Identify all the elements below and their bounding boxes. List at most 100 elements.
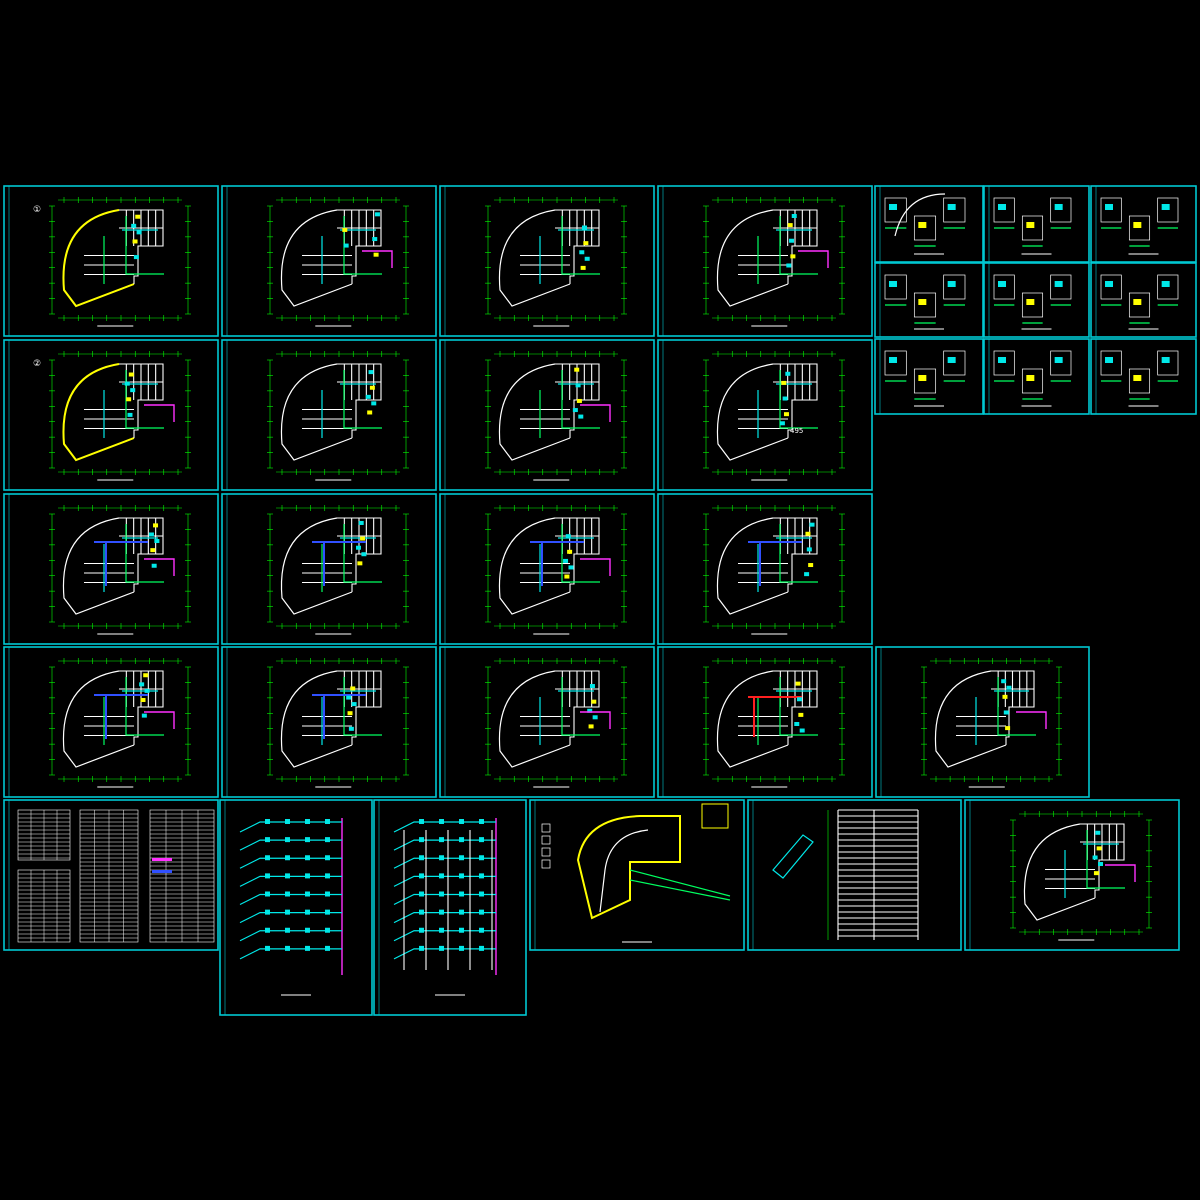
model-space-background xyxy=(0,0,1200,1200)
hvac-unit xyxy=(785,371,791,376)
riser-valve xyxy=(419,837,424,843)
hvac-unit xyxy=(786,263,792,268)
detail-equipment xyxy=(1161,204,1170,210)
hvac-unit xyxy=(367,410,373,415)
hvac-unit xyxy=(1092,855,1098,860)
hvac-unit xyxy=(144,688,150,693)
hvac-unit xyxy=(795,681,801,686)
riser-valve xyxy=(479,837,484,843)
hvac-unit xyxy=(584,256,590,261)
sheet-5-mark: ② xyxy=(33,359,41,369)
hvac-unit xyxy=(1098,862,1104,867)
hvac-unit xyxy=(567,549,573,554)
hvac-unit xyxy=(148,532,154,537)
hvac-unit xyxy=(139,682,145,687)
hvac-unit xyxy=(809,522,815,527)
detail-equipment xyxy=(918,299,927,305)
hvac-unit xyxy=(365,394,371,399)
hvac-unit xyxy=(563,558,569,563)
hvac-unit xyxy=(572,408,578,413)
riser-valve xyxy=(305,837,310,843)
hvac-unit xyxy=(789,238,795,243)
hvac-unit xyxy=(576,398,582,403)
hvac-unit xyxy=(782,396,788,401)
riser-valve xyxy=(419,891,424,897)
hvac-unit xyxy=(342,227,348,232)
riser-valve xyxy=(265,891,270,897)
hvac-unit xyxy=(787,223,793,228)
riser-valve xyxy=(479,945,484,951)
hvac-unit xyxy=(368,370,374,375)
detail-equipment xyxy=(918,222,927,228)
riser-valve xyxy=(325,891,330,897)
riser-valve xyxy=(439,927,444,933)
riser-valve xyxy=(265,837,270,843)
riser-valve xyxy=(325,909,330,915)
riser-valve xyxy=(479,891,484,897)
detail-equipment xyxy=(1133,299,1142,305)
detail-equipment xyxy=(1133,222,1142,228)
detail-equipment xyxy=(1026,222,1035,228)
detail-equipment xyxy=(1105,357,1113,363)
detail-equipment xyxy=(1026,299,1035,305)
detail-equipment xyxy=(1054,281,1063,287)
hvac-unit xyxy=(579,250,585,255)
riser-valve xyxy=(285,891,290,897)
riser-valve xyxy=(285,855,290,861)
riser-valve xyxy=(419,819,424,824)
hvac-unit xyxy=(153,523,159,528)
riser-valve xyxy=(439,873,444,879)
detail-equipment xyxy=(1133,375,1142,381)
detail-equipment xyxy=(1161,357,1170,363)
riser-valve xyxy=(419,909,424,915)
hvac-unit xyxy=(790,254,796,259)
riser-valve xyxy=(325,837,330,843)
hvac-unit xyxy=(588,724,594,729)
detail-equipment xyxy=(1026,375,1035,381)
hvac-unit xyxy=(794,722,800,727)
hvac-unit xyxy=(350,686,356,691)
hvac-unit xyxy=(568,565,574,570)
riser-valve xyxy=(459,927,464,933)
hvac-unit xyxy=(808,563,814,568)
hvac-unit xyxy=(132,239,138,244)
hvac-unit xyxy=(131,223,137,228)
detail-equipment xyxy=(947,204,956,210)
hvac-unit xyxy=(143,673,149,678)
hvac-unit xyxy=(1003,710,1009,715)
riser-valve xyxy=(305,819,310,824)
riser-valve xyxy=(305,927,310,933)
detail-equipment xyxy=(947,357,956,363)
hvac-unit xyxy=(135,214,141,219)
hvac-unit xyxy=(374,212,380,217)
riser-valve xyxy=(265,927,270,933)
riser-valve xyxy=(305,855,310,861)
hvac-unit xyxy=(343,243,349,248)
riser-valve xyxy=(325,873,330,879)
hvac-unit xyxy=(127,412,133,417)
hvac-unit xyxy=(130,388,136,393)
hvac-unit xyxy=(124,381,130,386)
hvac-unit xyxy=(360,536,366,541)
riser-valve xyxy=(419,855,424,861)
riser-valve xyxy=(439,891,444,897)
hvac-unit xyxy=(1002,694,1008,699)
hvac-unit xyxy=(355,545,361,550)
hvac-unit xyxy=(583,241,589,246)
riser-valve xyxy=(305,945,310,951)
riser-valve xyxy=(419,927,424,933)
detail-equipment xyxy=(998,357,1006,363)
hvac-unit xyxy=(564,574,570,579)
hvac-unit xyxy=(574,367,580,372)
hvac-unit xyxy=(781,380,787,385)
detail-equipment xyxy=(998,281,1006,287)
riser-valve xyxy=(325,819,330,824)
hvac-unit xyxy=(1095,830,1101,835)
detail-equipment xyxy=(918,375,927,381)
detail-equipment xyxy=(889,357,897,363)
hvac-unit xyxy=(580,265,586,270)
hvac-unit xyxy=(783,412,789,417)
hvac-unit xyxy=(126,397,132,402)
riser-valve xyxy=(439,819,444,824)
riser-valve xyxy=(325,945,330,951)
